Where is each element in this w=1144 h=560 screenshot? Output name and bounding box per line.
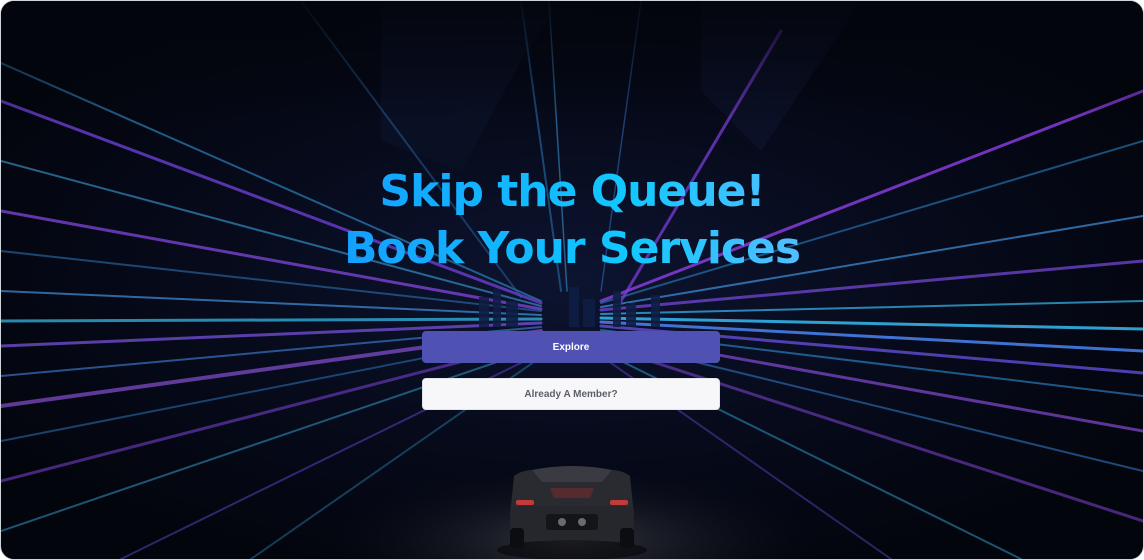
app-window: Skip the Queue! Book Your Services Explo… [0, 0, 1144, 560]
car-image [497, 466, 647, 559]
